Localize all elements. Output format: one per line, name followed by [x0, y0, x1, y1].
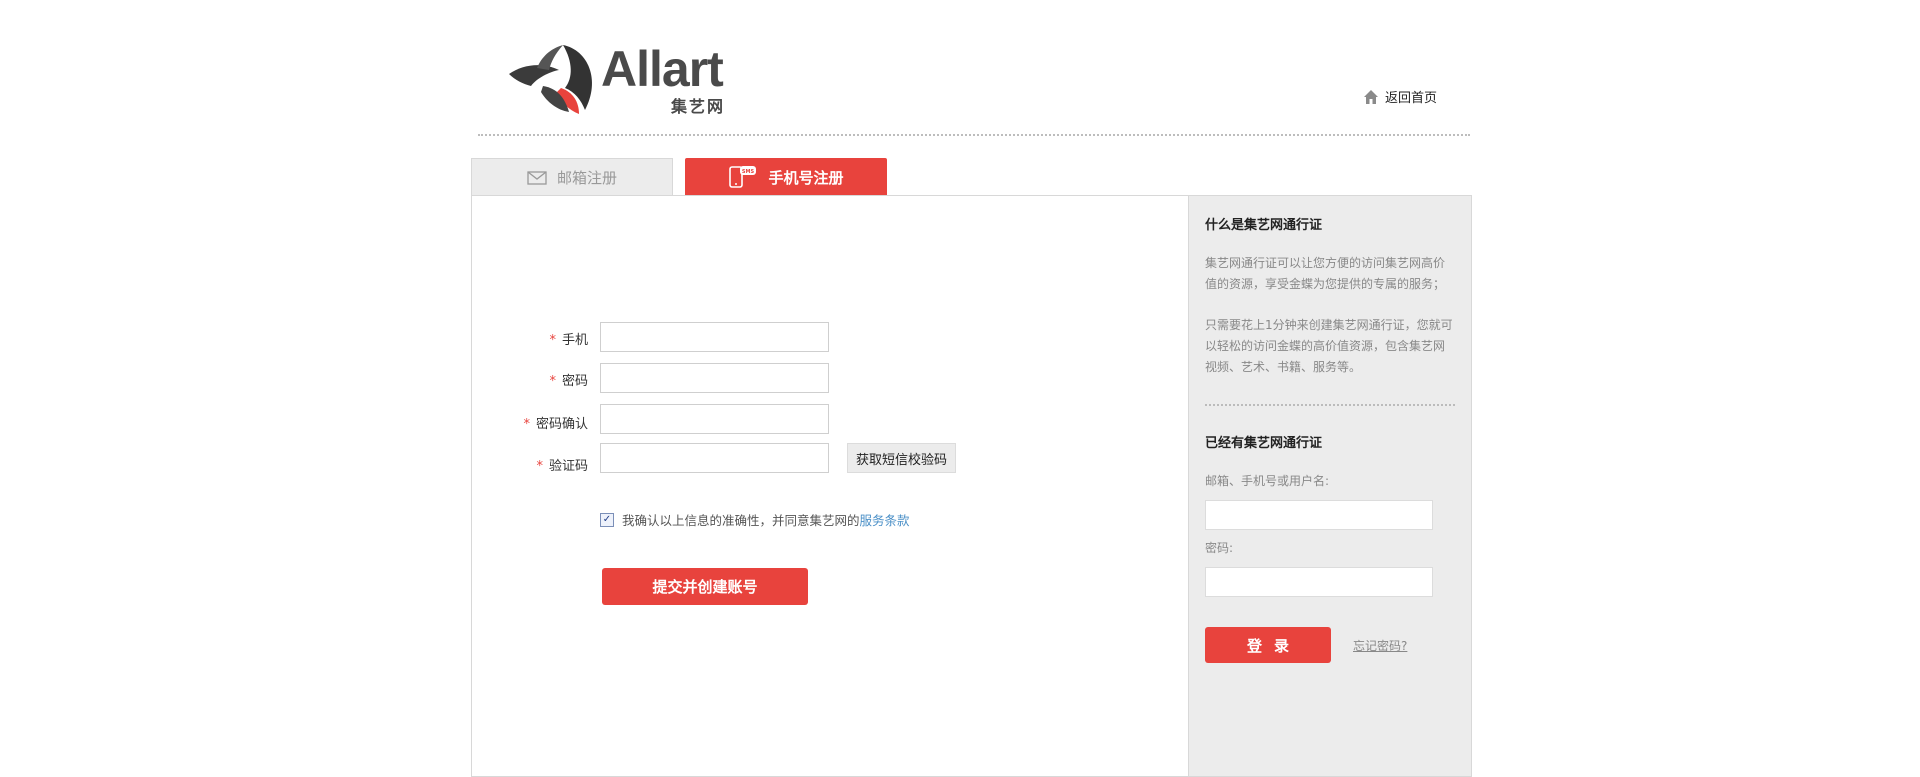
terms-link[interactable]: 服务条款 — [860, 513, 910, 528]
required-mark: * — [536, 459, 543, 474]
get-sms-code-button[interactable]: 获取短信校验码 — [847, 443, 956, 473]
verification-code-input[interactable] — [600, 443, 829, 473]
login-button[interactable]: 登录 — [1205, 627, 1331, 663]
submit-create-account-button[interactable]: 提交并创建账号 — [602, 568, 808, 605]
what-is-pass-title: 什么是集艺网通行证 — [1205, 218, 1323, 233]
pass-description-1: 集艺网通行证可以让您方便的访问集艺网高价值的资源，享受金蝶为您提供的专属的服务； — [1205, 256, 1446, 291]
tab-email-register[interactable]: 邮箱注册 — [471, 158, 673, 196]
phone-label-text: 手机 — [561, 333, 588, 348]
header-divider — [478, 134, 1470, 136]
envelope-icon — [527, 170, 547, 185]
forgot-password-link[interactable]: 忘记密码? — [1353, 637, 1407, 654]
have-pass-title: 已经有集艺网通行证 — [1205, 436, 1323, 451]
sidebar-divider — [1205, 404, 1455, 406]
code-label-text: 验证码 — [548, 459, 588, 474]
agree-text-body: 我确认以上信息的准确性，并同意集艺网的 — [622, 513, 860, 528]
confirm-password-input[interactable] — [600, 404, 829, 434]
logo-wordmark: Allart — [601, 41, 724, 97]
code-label: * 验证码 — [468, 455, 588, 474]
password-label: * 密码 — [468, 370, 588, 389]
login-actions: 登录 忘记密码? — [1205, 627, 1455, 663]
logo-subtitle: 集艺网 — [671, 97, 726, 116]
phone-input[interactable] — [600, 322, 829, 352]
password-input[interactable] — [600, 363, 829, 393]
phoenix-logo-icon — [509, 45, 593, 114]
sidebar-password-label: 密码: — [1205, 541, 1234, 555]
home-link[interactable]: 返回首页 — [1362, 87, 1437, 106]
sidebar-password-input[interactable] — [1205, 567, 1433, 597]
agree-text: 我确认以上信息的准确性，并同意集艺网的服务条款 — [622, 510, 910, 529]
site-logo[interactable]: Allart 集艺网 — [503, 40, 733, 120]
required-mark: * — [523, 417, 530, 432]
home-icon — [1364, 89, 1378, 104]
password-label-text: 密码 — [561, 374, 588, 389]
account-label: 邮箱、手机号或用户名: — [1205, 474, 1330, 488]
confirm-label-text: 密码确认 — [535, 417, 588, 432]
pass-description-2: 只需要花上1分钟来创建集艺网通行证，您就可以轻松的访问金蝶的高价值资源，包含集艺… — [1205, 318, 1453, 374]
required-mark: * — [549, 333, 556, 348]
phone-label: * 手机 — [468, 329, 588, 348]
svg-text:SMS: SMS — [742, 169, 755, 175]
required-mark: * — [549, 374, 556, 389]
login-sidebar: 什么是集艺网通行证 集艺网通行证可以让您方便的访问集艺网高价值的资源，享受金蝶为… — [1188, 196, 1471, 776]
confirm-password-label: * 密码确认 — [468, 413, 588, 432]
phone-sms-icon: SMS — [729, 166, 757, 188]
agree-checkbox[interactable]: ✓ — [600, 512, 614, 527]
agreement-row: ✓ 我确认以上信息的准确性，并同意集艺网的服务条款 — [600, 510, 910, 529]
account-input[interactable] — [1205, 500, 1433, 530]
home-link-label: 返回首页 — [1385, 91, 1438, 106]
tab-phone-register[interactable]: SMS 手机号注册 — [685, 158, 887, 204]
tab-email-label: 邮箱注册 — [556, 169, 617, 187]
tab-phone-label: 手机号注册 — [768, 168, 844, 187]
